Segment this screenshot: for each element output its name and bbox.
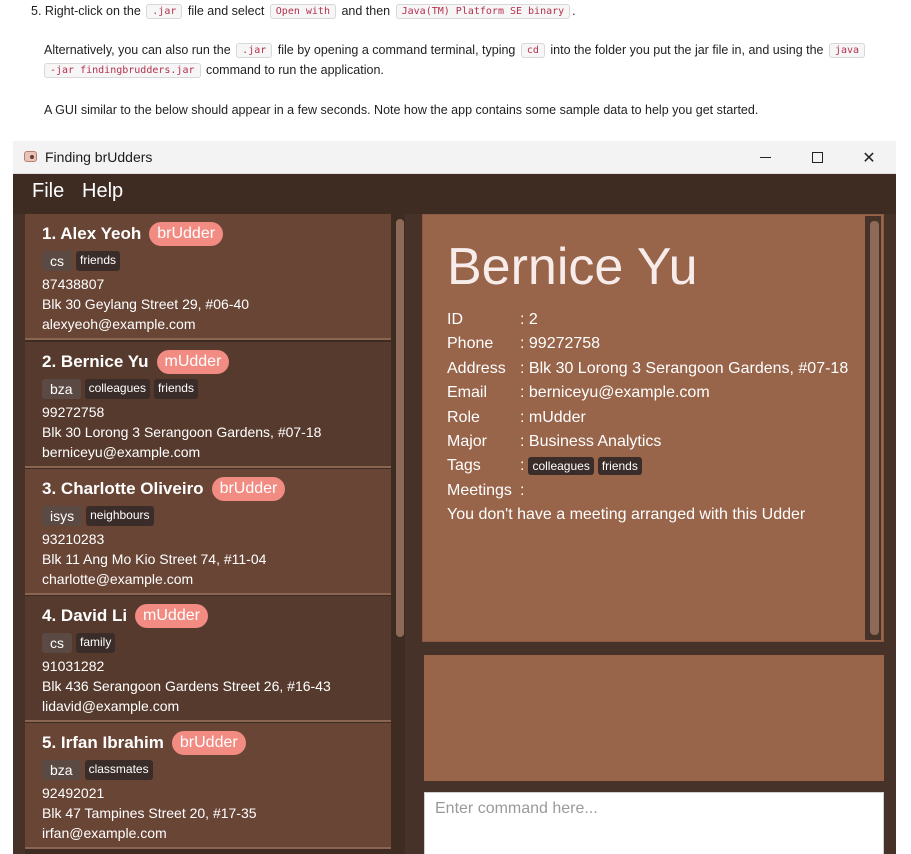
step-text: and then: [341, 4, 391, 18]
tag-chip: colleagues: [528, 457, 594, 475]
minimize-icon: [759, 157, 771, 158]
detail-phone: Phone: 99272758: [447, 335, 601, 352]
java-command-code-cont: -jar findingbrudders.jar: [44, 63, 201, 78]
step-5-line: 5. Right-click on the .jar file and sele…: [31, 1, 576, 23]
person-address: Blk 30 Geylang Street 29, #06-40: [42, 296, 250, 312]
maximize-icon: [811, 152, 823, 163]
major-chip: cs: [42, 633, 72, 653]
person-name: 4. David Li: [42, 606, 128, 625]
person-list-scrollbar[interactable]: [396, 219, 404, 637]
alt-text: Alternatively, you can also run the: [44, 43, 231, 57]
detail-tags: Tags: colleagues friends: [447, 457, 642, 475]
person-card[interactable]: 1. Alex Yeoh brUdder cs friends 87438807…: [25, 214, 391, 340]
detail-major: Major: Business Analytics: [447, 433, 662, 450]
person-email: irfan@example.com: [42, 825, 167, 841]
person-phone: 92492021: [42, 785, 105, 801]
tag-chip: neighbours: [86, 506, 154, 526]
person-phone: 99272758: [42, 404, 105, 420]
step-number: 5.: [31, 4, 42, 18]
minimize-button[interactable]: [740, 141, 790, 174]
role-badge: brUdder: [149, 222, 224, 246]
alt-text: into the folder you put the jar file in,…: [550, 43, 824, 57]
app-window: Finding brUdders ✕ File Help 1. Alex Yeo…: [13, 141, 896, 854]
jar-code: .jar: [146, 4, 183, 19]
detail-name: Bernice Yu: [447, 238, 698, 296]
detail-email: Email: berniceyu@example.com: [447, 384, 710, 401]
gui-description: A GUI similar to the below should appear…: [44, 103, 759, 117]
menu-file[interactable]: File: [32, 180, 64, 203]
close-icon: ✕: [862, 148, 876, 167]
detail-scrollbar[interactable]: [870, 221, 879, 635]
step-text: Right-click on the: [44, 4, 141, 18]
tag-chip: friends: [76, 251, 121, 271]
open-with-code: Open with: [269, 4, 336, 19]
person-detail-panel: Bernice Yu ID: 2 Phone: 99272758 Address…: [422, 214, 884, 642]
cd-code: cd: [520, 43, 545, 58]
tag-chip: classmates: [84, 760, 153, 780]
app-logo-icon: [24, 151, 37, 162]
window-title: Finding brUdders: [45, 149, 153, 165]
step-text: .: [572, 4, 576, 18]
person-list[interactable]: 1. Alex Yeoh brUdder cs friends 87438807…: [25, 214, 405, 854]
tag-chip: friends: [597, 457, 642, 475]
person-address: Blk 47 Tampines Street 20, #17-35: [42, 805, 257, 821]
command-box: [424, 792, 884, 854]
alternative-line-1: Alternatively, you can also run the .jar…: [44, 40, 867, 62]
major-chip: bza: [42, 379, 81, 399]
meeting-note: You don't have a meeting arranged with t…: [447, 506, 806, 523]
jar-code: .jar: [236, 43, 273, 58]
role-badge: mUdder: [156, 350, 230, 374]
person-card[interactable]: 2. Bernice Yu mUdder bza colleagues frie…: [25, 342, 391, 468]
person-card[interactable]: 3. Charlotte Oliveiro brUdder isys neigh…: [25, 469, 391, 595]
detail-id: ID: 2: [447, 311, 538, 328]
alt-text: command to run the application.: [205, 63, 384, 77]
java-binary-code: Java(TM) Platform SE binary: [395, 4, 571, 19]
role-badge: brUdder: [171, 731, 246, 755]
person-email: alexyeoh@example.com: [42, 316, 196, 332]
person-address: Blk 30 Lorong 3 Serangoon Gardens, #07-1…: [42, 424, 322, 440]
detail-meetings: Meetings:: [447, 482, 525, 499]
major-chip: bza: [42, 760, 81, 780]
role-badge: mUdder: [135, 604, 208, 628]
tag-chip: family: [76, 633, 116, 653]
major-chip: isys: [42, 506, 83, 526]
role-badge: brUdder: [211, 477, 286, 501]
major-chip: cs: [42, 251, 72, 271]
tag-chip: friends: [153, 379, 198, 399]
menu-help[interactable]: Help: [82, 180, 123, 203]
person-name: 5. Irfan Ibrahim: [42, 733, 164, 752]
person-email: berniceyu@example.com: [42, 444, 201, 460]
person-name: 3. Charlotte Oliveiro: [42, 479, 204, 498]
detail-role: Role: mUdder: [447, 409, 586, 426]
person-name: 2. Bernice Yu: [42, 352, 149, 371]
alt-text: file by opening a command terminal, typi…: [277, 43, 516, 57]
person-email: lidavid@example.com: [42, 698, 180, 714]
person-phone: 93210283: [42, 531, 105, 547]
person-card[interactable]: 5. Irfan Ibrahim brUdder bza classmates …: [25, 723, 391, 849]
close-button[interactable]: ✕: [844, 141, 894, 174]
title-bar[interactable]: Finding brUdders ✕: [13, 141, 896, 174]
detail-address: Address: Blk 30 Lorong 3 Serangoon Garde…: [447, 360, 849, 377]
alternative-line-2: -jar findingbrudders.jar command to run …: [44, 60, 384, 82]
person-email: charlotte@example.com: [42, 571, 194, 587]
java-command-code: java: [829, 43, 866, 58]
documentation-section: 5. Right-click on the .jar file and sele…: [0, 0, 911, 140]
result-display: [424, 655, 884, 781]
tag-chip: colleagues: [84, 379, 150, 399]
menu-bar: File Help: [13, 174, 896, 214]
command-input[interactable]: [435, 800, 875, 818]
maximize-button[interactable]: [792, 141, 842, 174]
person-address: Blk 436 Serangoon Gardens Street 26, #16…: [42, 678, 331, 694]
person-phone: 87438807: [42, 276, 105, 292]
step-text: file and select: [187, 4, 265, 18]
person-address: Blk 11 Ang Mo Kio Street 74, #11-04: [42, 551, 267, 567]
person-card[interactable]: 4. David Li mUdder cs family 91031282 Bl…: [25, 596, 391, 722]
person-phone: 91031282: [42, 658, 105, 674]
person-name: 1. Alex Yeoh: [42, 224, 142, 243]
